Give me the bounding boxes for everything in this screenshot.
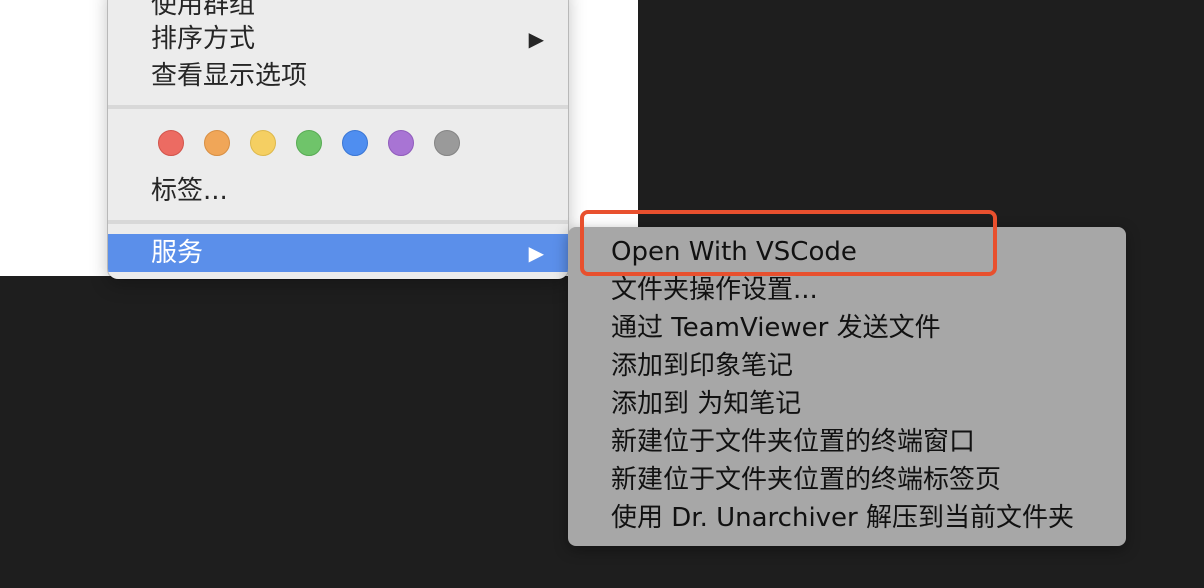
submenu-item-new-terminal-window[interactable]: 新建位于文件夹位置的终端窗口: [611, 423, 975, 461]
submenu-item-new-terminal-tab[interactable]: 新建位于文件夹位置的终端标签页: [611, 461, 1001, 499]
tag-orange-dot[interactable]: [204, 130, 230, 156]
tag-color-row: [158, 130, 460, 160]
submenu-item-add-to-wiz[interactable]: 添加到 为知笔记: [611, 385, 801, 423]
submenu-item-folder-actions-setup[interactable]: 文件夹操作设置...: [611, 271, 818, 309]
tag-purple-dot[interactable]: [388, 130, 414, 156]
menu-item-services[interactable]: 服务 ▶: [108, 234, 568, 272]
submenu-item-label: 添加到印象笔记: [611, 351, 794, 381]
submenu-item-label: 使用 Dr. Unarchiver 解压到当前文件夹: [611, 503, 1075, 533]
menu-item-label: 服务: [151, 238, 204, 268]
submenu-arrow-icon: ▶: [528, 27, 544, 51]
tag-blue-dot[interactable]: [342, 130, 368, 156]
submenu-item-label: 新建位于文件夹位置的终端标签页: [611, 465, 1002, 495]
tag-yellow-dot[interactable]: [250, 130, 276, 156]
submenu-item-label: 添加到 为知笔记: [611, 389, 802, 419]
submenu-arrow-icon: ▶: [528, 241, 544, 265]
annotation-highlight-box: [580, 210, 997, 276]
submenu-item-label: 通过 TeamViewer 发送文件: [611, 313, 941, 343]
menu-item-label: 查看显示选项: [151, 61, 308, 91]
context-menu: 使用群组 排序方式 ▶ 查看显示选项 标签... 服务 ▶: [108, 0, 568, 279]
menu-item-show-view-options[interactable]: 查看显示选项: [108, 57, 568, 95]
submenu-item-dr-unarchiver-extract[interactable]: 使用 Dr. Unarchiver 解压到当前文件夹: [611, 499, 1074, 537]
submenu-item-label: 新建位于文件夹位置的终端窗口: [611, 427, 976, 457]
tag-gray-dot[interactable]: [434, 130, 460, 156]
tag-green-dot[interactable]: [296, 130, 322, 156]
menu-item-tags[interactable]: 标签...: [108, 172, 568, 210]
menu-item-label: 使用群组: [151, 0, 256, 20]
menu-item-label: 排序方式: [151, 24, 256, 54]
menu-item-sort-by[interactable]: 排序方式 ▶: [108, 20, 568, 58]
menu-separator: [108, 105, 568, 109]
menu-separator: [108, 220, 568, 224]
submenu-item-add-to-evernote[interactable]: 添加到印象笔记: [611, 347, 793, 385]
menu-item-label: 标签...: [151, 176, 228, 206]
submenu-item-send-via-teamviewer[interactable]: 通过 TeamViewer 发送文件: [611, 309, 941, 347]
submenu-item-label: 文件夹操作设置...: [611, 275, 818, 305]
tag-red-dot[interactable]: [158, 130, 184, 156]
